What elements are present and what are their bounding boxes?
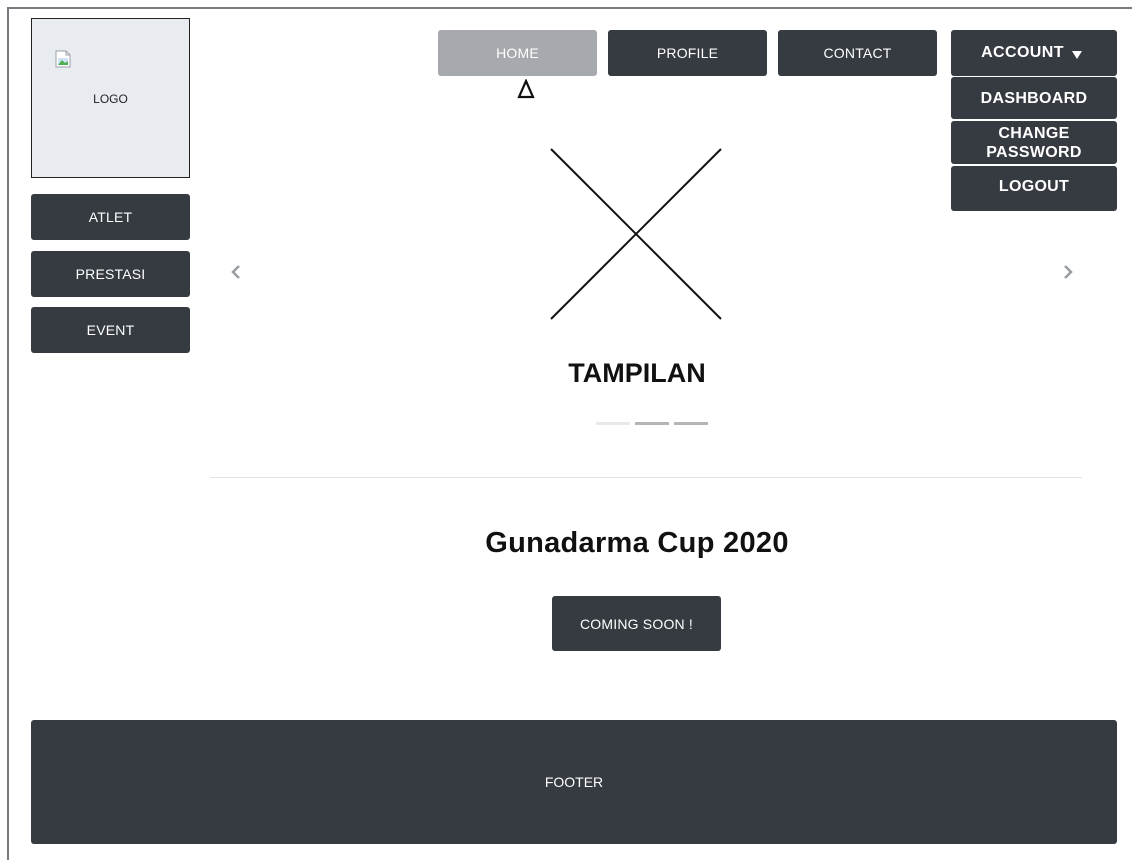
broken-image-icon xyxy=(55,50,71,68)
carousel-indicator-3[interactable] xyxy=(674,422,708,425)
mouse-cursor-icon xyxy=(517,79,535,99)
chevron-right-icon[interactable] xyxy=(1061,262,1075,282)
account-button[interactable]: ACCOUNT xyxy=(951,30,1117,76)
section-divider xyxy=(210,477,1082,478)
account-label: ACCOUNT xyxy=(981,44,1064,61)
footer: FOOTER xyxy=(31,720,1117,844)
nav-profile[interactable]: PROFILE xyxy=(608,30,767,76)
account-menu-dashboard[interactable]: DASHBOARD xyxy=(951,77,1117,119)
chevron-left-icon[interactable] xyxy=(229,262,243,282)
logo[interactable]: LOGO xyxy=(31,18,190,178)
sidebar-item-event[interactable]: EVENT xyxy=(31,307,190,353)
logo-label: LOGO xyxy=(93,92,128,106)
carousel-indicator-2[interactable] xyxy=(635,422,669,425)
carousel-indicator-1[interactable] xyxy=(596,422,630,425)
carousel-title: TAMPILAN xyxy=(568,358,706,388)
sidebar-item-atlet[interactable]: ATLET xyxy=(31,194,190,240)
account-menu-change-password[interactable]: CHANGE PASSWORD xyxy=(951,121,1117,164)
coming-soon-button[interactable]: COMING SOON ! xyxy=(552,596,721,651)
account-menu-logout[interactable]: LOGOUT xyxy=(951,166,1117,211)
sidebar-item-prestasi[interactable]: PRESTASI xyxy=(31,251,190,297)
image-placeholder-icon xyxy=(550,148,722,320)
nav-home[interactable]: HOME xyxy=(438,30,597,76)
nav-contact[interactable]: CONTACT xyxy=(778,30,937,76)
caret-down-icon xyxy=(1071,51,1082,59)
event-title: Gunadarma Cup 2020 xyxy=(485,527,789,559)
